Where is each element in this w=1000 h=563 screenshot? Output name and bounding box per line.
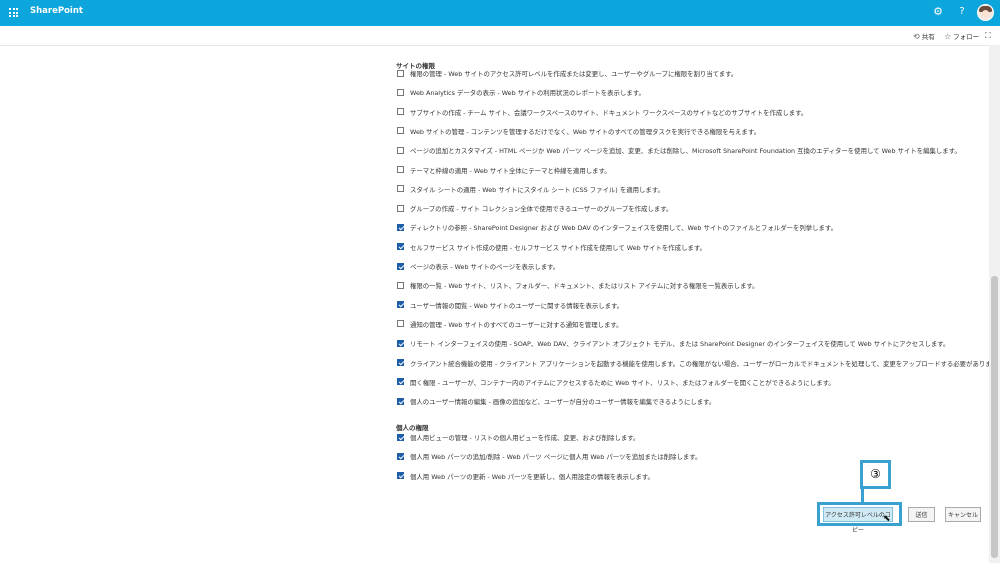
gear-icon[interactable]: ⚙ bbox=[931, 5, 945, 19]
permission-checkbox[interactable] bbox=[397, 472, 404, 480]
permission-checkbox[interactable] bbox=[397, 223, 404, 231]
permission-label: ページの表示 - Web サイトのページを表示します。 bbox=[410, 263, 560, 271]
permission-label: グループの作成 - サイト コレクション全体で使用できるユーザーのグループを作成… bbox=[410, 205, 673, 214]
help-icon[interactable]: ? bbox=[956, 5, 968, 19]
focus-mode-icon[interactable]: ⛶ bbox=[985, 31, 993, 41]
permission-label: Web サイトの管理 - コンテンツを管理するだけでなく、Web サイトのすべて… bbox=[410, 127, 760, 136]
permission-checkbox[interactable] bbox=[397, 127, 404, 135]
permission-checkbox[interactable] bbox=[397, 378, 404, 386]
permission-row[interactable]: テーマと枠線の適用 - Web サイト全体にテーマと枠線を適用します。 bbox=[397, 166, 611, 176]
permission-checkbox[interactable] bbox=[397, 433, 404, 441]
permission-row[interactable]: 権限の一覧 - Web サイト、リスト、フォルダー、ドキュメント、またはリスト … bbox=[397, 281, 759, 291]
permission-label: 権限の管理 - Web サイトのアクセス許可レベルを作成または変更し、ユーザーや… bbox=[410, 70, 738, 78]
permission-row[interactable]: 個人のユーザー情報の編集 - 画像の追加など、ユーザーが自分のユーザー情報を編集… bbox=[397, 397, 715, 407]
permission-row[interactable]: ページの追加とカスタマイズ - HTML ページか Web パーツ ページを追加… bbox=[397, 146, 961, 156]
permission-row[interactable]: ユーザー情報の閲覧 - Web サイトのユーザーに関する情報を表示します。 bbox=[397, 301, 623, 311]
submit-button[interactable]: 送信 bbox=[908, 507, 935, 522]
permission-checkbox[interactable] bbox=[397, 108, 404, 116]
app-launcher-icon[interactable] bbox=[9, 8, 18, 17]
command-bar: ⟲ 共有 ☆ フォロー ⛶ bbox=[0, 26, 1000, 46]
permission-label: ユーザー情報の閲覧 - Web サイトのユーザーに関する情報を表示します。 bbox=[410, 301, 624, 310]
permission-checkbox[interactable] bbox=[397, 281, 404, 289]
mouse-cursor-icon: ⬉ bbox=[883, 514, 891, 524]
step-callout: ③ bbox=[860, 460, 891, 489]
permission-row[interactable]: 個人用ビューの管理 - リストの個人用ビューを作成、変更、および削除します。 bbox=[397, 433, 639, 443]
permission-checkbox[interactable] bbox=[397, 166, 404, 173]
permission-checkbox[interactable] bbox=[397, 243, 404, 251]
personal-permissions-title: 個人の権限 bbox=[396, 424, 429, 432]
share-command[interactable]: ⟲ 共有 bbox=[913, 31, 935, 41]
permission-row[interactable]: 個人用 Web パーツの追加/削除 - Web パーツ ページに個人用 Web … bbox=[397, 452, 701, 462]
permission-label: Web Analytics データの表示 - Web サイトの利用状況のレポート… bbox=[410, 89, 645, 98]
permission-checkbox[interactable] bbox=[397, 452, 404, 460]
share-icon: ⟲ bbox=[913, 32, 920, 41]
permission-label: 個人用 Web パーツの追加/削除 - Web パーツ ページに個人用 Web … bbox=[410, 453, 702, 462]
permission-row[interactable]: リモート インターフェイスの使用 - SOAP、Web DAV、クライアント オ… bbox=[397, 339, 949, 349]
permission-row[interactable]: Web サイトの管理 - コンテンツを管理するだけでなく、Web サイトのすべて… bbox=[397, 127, 760, 137]
permission-label: 通知の管理 - Web サイトのすべてのユーザーに対する通知を管理します。 bbox=[410, 320, 623, 329]
permission-label: ページの追加とカスタマイズ - HTML ページか Web パーツ ページを追加… bbox=[410, 147, 961, 156]
permission-label: サブサイトの作成 - チーム サイト、会議ワークスペースのサイト、ドキュメント … bbox=[410, 108, 808, 117]
follow-label: フォロー bbox=[953, 33, 980, 41]
permission-checkbox[interactable] bbox=[397, 69, 404, 77]
follow-command[interactable]: ☆ フォロー bbox=[944, 31, 979, 41]
permission-row[interactable]: Web Analytics データの表示 - Web サイトの利用状況のレポート… bbox=[397, 88, 645, 98]
share-label: 共有 bbox=[921, 33, 935, 41]
permission-label: 開く権限 - ユーザーが、コンテナー内のアイテムにアクセスするために Web サ… bbox=[410, 378, 835, 387]
permission-label: 個人用ビューの管理 - リストの個人用ビューを作成、変更、および削除します。 bbox=[410, 434, 640, 442]
permission-label: 個人用 Web パーツの更新 - Web パーツを更新し、個人用設定の情報を表示… bbox=[410, 472, 654, 481]
permission-label: クライアント統合機能の使用 - クライアント アプリケーションを起動する機能を使… bbox=[410, 359, 1000, 368]
permission-checkbox[interactable] bbox=[397, 359, 404, 366]
permission-label: 個人のユーザー情報の編集 - 画像の追加など、ユーザーが自分のユーザー情報を編集… bbox=[410, 398, 716, 407]
permission-label: ディレクトリの参照 - SharePoint Designer および Web … bbox=[410, 224, 838, 233]
permission-row[interactable]: クライアント統合機能の使用 - クライアント アプリケーションを起動する機能を使… bbox=[397, 359, 1000, 369]
permission-label: リモート インターフェイスの使用 - SOAP、Web DAV、クライアント オ… bbox=[410, 340, 950, 349]
permission-checkbox[interactable] bbox=[397, 320, 404, 328]
permission-row[interactable]: スタイル シートの適用 - Web サイトにスタイル シート (CSS ファイル… bbox=[397, 185, 664, 195]
permission-row[interactable]: 通知の管理 - Web サイトのすべてのユーザーに対する通知を管理します。 bbox=[397, 320, 623, 330]
permission-row[interactable]: 開く権限 - ユーザーが、コンテナー内のアイテムにアクセスするために Web サ… bbox=[397, 378, 835, 388]
scrollbar-thumb[interactable] bbox=[991, 276, 998, 558]
permission-checkbox[interactable] bbox=[397, 339, 404, 347]
permission-checkbox[interactable] bbox=[397, 204, 404, 212]
permission-label: スタイル シートの適用 - Web サイトにスタイル シート (CSS ファイル… bbox=[410, 185, 664, 194]
cancel-button[interactable]: キャンセル bbox=[945, 507, 981, 522]
permission-row[interactable]: セルフサービス サイト作成の使用 - セルフサービス サイト作成を使用して We… bbox=[397, 243, 706, 253]
permission-label: セルフサービス サイト作成の使用 - セルフサービス サイト作成を使用して We… bbox=[410, 243, 706, 252]
permission-row[interactable]: グループの作成 - サイト コレクション全体で使用できるユーザーのグループを作成… bbox=[397, 204, 672, 214]
permission-row[interactable]: ディレクトリの参照 - SharePoint Designer および Web … bbox=[397, 223, 837, 233]
permission-label: 権限の一覧 - Web サイト、リスト、フォルダー、ドキュメント、またはリスト … bbox=[410, 282, 759, 291]
permission-label: テーマと枠線の適用 - Web サイト全体にテーマと枠線を適用します。 bbox=[410, 166, 611, 175]
avatar[interactable] bbox=[977, 4, 994, 21]
permission-row[interactable]: ページの表示 - Web サイトのページを表示します。 bbox=[397, 262, 559, 272]
suite-bar: SharePoint ⚙ ? bbox=[0, 0, 1000, 26]
permission-checkbox[interactable] bbox=[397, 397, 404, 405]
permission-checkbox[interactable] bbox=[397, 88, 404, 96]
star-icon: ☆ bbox=[944, 32, 952, 41]
permission-checkbox[interactable] bbox=[397, 301, 404, 309]
app-brand[interactable]: SharePoint bbox=[30, 6, 83, 16]
permission-checkbox[interactable] bbox=[397, 146, 404, 154]
permission-row[interactable]: 個人用 Web パーツの更新 - Web パーツを更新し、個人用設定の情報を表示… bbox=[397, 472, 654, 482]
permission-row[interactable]: 権限の管理 - Web サイトのアクセス許可レベルを作成または変更し、ユーザーや… bbox=[397, 69, 737, 79]
permission-checkbox[interactable] bbox=[397, 185, 404, 193]
permission-checkbox[interactable] bbox=[397, 262, 404, 270]
permission-row[interactable]: サブサイトの作成 - チーム サイト、会議ワークスペースのサイト、ドキュメント … bbox=[397, 108, 807, 118]
